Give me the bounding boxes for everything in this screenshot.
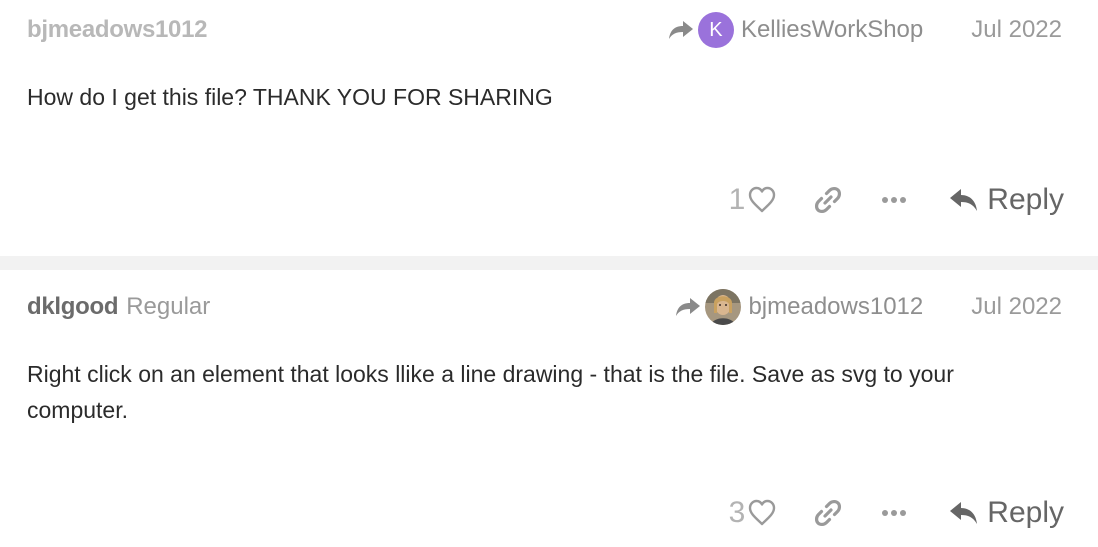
share-arrow-icon xyxy=(675,296,701,318)
avatar xyxy=(705,289,742,325)
reply-label: Reply xyxy=(987,183,1064,216)
post: bjmeadows1012 K KelliesWorkShop Jul 2022… xyxy=(0,0,1098,256)
share-arrow-icon xyxy=(668,19,694,41)
post-date[interactable]: Jul 2022 xyxy=(971,16,1062,44)
user-title: Regular xyxy=(126,293,211,320)
reply-icon xyxy=(949,187,979,213)
like-count[interactable]: 1 xyxy=(729,183,746,217)
post-body: Right click on an element that looks lli… xyxy=(27,361,954,423)
post-author[interactable]: dklgood xyxy=(27,293,119,321)
reply-button[interactable]: Reply xyxy=(949,183,1064,217)
post-meta: dklgood Regular bjmeadows1012 Jul 2022 xyxy=(27,287,1062,327)
post-author[interactable]: bjmeadows1012 xyxy=(27,16,208,44)
link-icon[interactable] xyxy=(813,498,843,528)
heart-icon[interactable] xyxy=(747,498,777,528)
post-actions: 1 Reply xyxy=(729,177,1064,223)
reply-to-tab[interactable]: K KelliesWorkShop xyxy=(668,12,923,48)
like-count[interactable]: 3 xyxy=(729,496,746,530)
reply-to-username[interactable]: KelliesWorkShop xyxy=(741,16,923,44)
reply-button[interactable]: Reply xyxy=(949,496,1064,530)
post-meta: bjmeadows1012 K KelliesWorkShop Jul 2022 xyxy=(27,10,1062,50)
post-actions: 3 Reply xyxy=(729,490,1064,536)
post-body: How do I get this file? THANK YOU FOR SH… xyxy=(27,84,553,110)
heart-icon[interactable] xyxy=(747,185,777,215)
link-icon[interactable] xyxy=(813,185,843,215)
reply-label: Reply xyxy=(987,496,1064,529)
post: dklgood Regular bjmeadows1012 Jul 2022 R… xyxy=(0,270,1098,547)
reply-to-username[interactable]: bjmeadows1012 xyxy=(748,293,923,321)
post-date[interactable]: Jul 2022 xyxy=(971,293,1062,321)
avatar: K xyxy=(697,12,734,48)
ellipsis-icon[interactable] xyxy=(879,498,909,528)
reply-to-tab[interactable]: bjmeadows1012 xyxy=(675,289,923,325)
reply-icon xyxy=(949,500,979,526)
post-divider xyxy=(0,256,1098,270)
ellipsis-icon[interactable] xyxy=(879,185,909,215)
